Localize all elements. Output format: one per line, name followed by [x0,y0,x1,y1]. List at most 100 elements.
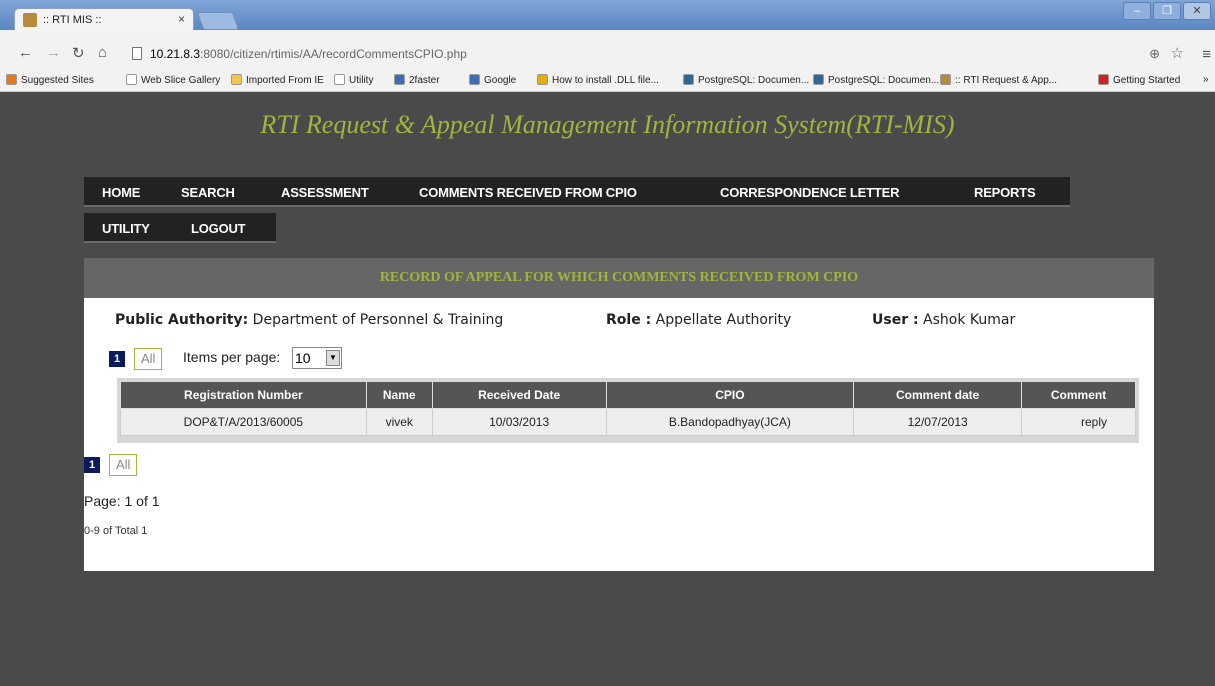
dll-install-bookmark[interactable]: How to install .DLL file... [537,74,659,86]
more-bookmarks-icon[interactable]: » [1203,74,1209,85]
cell-received-date: 10/03/2013 [431,408,607,436]
column-header: Comment [1021,381,1136,409]
menu-item-utility[interactable]: UTILITY [102,221,150,236]
role-label: Role : [606,312,652,328]
bookmark-label: PostgreSQL: Documen... [828,75,940,86]
role-value: Appellate Authority [655,312,792,328]
browser-titlebar: :: RTI MIS :: × – ❐ ✕ [0,0,1215,32]
browser-tab[interactable]: :: RTI MIS :: × [14,8,194,32]
minimize-icon[interactable]: – [1123,2,1151,20]
window-controls: – ❐ ✕ [1123,2,1211,20]
dropdown-arrow-icon[interactable]: ▼ [326,350,340,366]
bookmark-label: Getting Started [1113,75,1181,86]
bookmark-icon [394,74,405,85]
reload-icon[interactable]: ↻ [72,44,85,62]
bookmark-icon [126,74,137,85]
bookmark-icon [231,74,242,85]
items-per-page-value: 10 [295,350,311,366]
postgresql-doc-bookmark-1[interactable]: PostgreSQL: Documen... [683,74,809,86]
restore-icon[interactable]: ❐ [1153,2,1181,20]
bookmark-icon [334,74,345,85]
page-icon [132,47,142,60]
bookmark-icon [6,74,17,85]
bookmark-label: Imported From IE [246,75,324,86]
pager-current-page-bottom[interactable]: 1 [84,457,100,473]
home-icon[interactable]: ⌂ [98,44,107,61]
new-tab-button[interactable] [196,12,240,30]
site-emblem-icon [23,13,37,27]
menu-item-correspondence-letter[interactable]: CORRESPONDENCE LETTER [720,185,899,200]
records-table-container: Registration Number Name Received Date C… [117,378,1139,443]
table-header-row: Registration Number Name Received Date C… [120,381,1136,409]
cell-cpio: B.Bandopadhyay(JCA) [605,408,855,436]
cell-registration-number: DOP&T/A/2013/60005 [120,408,367,436]
page-content: RTI Request & Appeal Management Informat… [0,93,1215,686]
bookmark-label: Suggested Sites [21,75,94,86]
record-total: 0-9 of Total 1 [84,525,148,537]
2faster-bookmark[interactable]: 2faster [394,74,440,86]
column-header: Name [365,381,433,409]
column-header: Comment date [853,381,1023,409]
bookmark-label: How to install .DLL file... [552,75,659,86]
menu-item-search[interactable]: SEARCH [181,185,235,200]
bookmark-label: PostgreSQL: Documen... [698,75,810,86]
column-header: Registration Number [120,381,367,409]
bookmark-star-icon[interactable]: ☆ [1171,44,1184,62]
forward-arrow-icon[interactable]: → [46,44,61,61]
pager-all-link-bottom[interactable]: All [109,454,138,476]
items-per-page-select[interactable]: 10 ▼ [292,347,342,369]
record-panel: Public Authority: Department of Personne… [84,298,1154,571]
google-bookmark[interactable]: Google [469,74,516,86]
column-header: CPIO [605,381,855,409]
user-label: User : [872,312,919,328]
bookmark-label: 2faster [409,75,440,86]
suggested-sites-bookmark[interactable]: Suggested Sites [6,74,94,86]
items-per-page-label: Items per page: [183,349,281,365]
bookmark-icon [469,74,480,85]
bookmark-icon [1098,74,1109,85]
bookmark-icon [537,74,548,85]
bookmark-label: :: RTI Request & App... [955,75,1058,86]
cell-comment-date: 12/07/2013 [853,408,1023,436]
postgresql-doc-bookmark-2[interactable]: PostgreSQL: Documen... [813,74,939,86]
role-info: Role : Appellate Authority [606,312,791,328]
cell-comment[interactable]: reply [1021,408,1136,436]
public-authority-label: Public Authority: [115,312,249,328]
getting-started-bookmark[interactable]: Getting Started [1098,74,1180,86]
public-authority-value: Department of Personnel & Training [252,312,504,328]
menu-item-logout[interactable]: LOGOUT [191,221,246,236]
pager-all-link[interactable]: All [134,348,163,370]
user-info: User : Ashok Kumar [872,312,1015,328]
zoom-icon[interactable]: ⊕ [1149,46,1160,62]
records-table: Registration Number Name Received Date C… [120,381,1136,436]
bookmark-label: Web Slice Gallery [141,75,221,86]
pager-current-page[interactable]: 1 [109,351,125,367]
close-window-icon[interactable]: ✕ [1183,2,1211,20]
browser-toolbar: ← → ↻ ⌂ 10.21.8.3:8080/citizen/rtimis/AA… [0,30,1215,70]
bookmark-label: Utility [349,75,374,86]
main-menu-row2: UTILITY LOGOUT [84,213,276,243]
menu-item-comments-received[interactable]: COMMENTS RECEIVED FROM CPIO [419,185,637,200]
close-tab-icon[interactable]: × [178,12,185,26]
bookmarks-bar: Suggested Sites Web Slice Gallery Imported… [0,70,1215,92]
rti-request-bookmark[interactable]: :: RTI Request & App... [940,74,1057,86]
public-authority-info: Public Authority: Department of Personne… [115,312,503,328]
menu-item-home[interactable]: HOME [102,185,140,200]
page-count: Page: 1 of 1 [84,493,160,509]
tab-title: :: RTI MIS :: [43,14,102,26]
column-header: Received Date [431,381,607,409]
web-slice-gallery-bookmark[interactable]: Web Slice Gallery [126,74,220,86]
back-arrow-icon[interactable]: ← [18,44,33,61]
table-row[interactable]: DOP&T/A/2013/60005 vivek 10/03/2013 B.Ba… [120,408,1136,436]
user-value: Ashok Kumar [923,312,1016,328]
bookmark-icon [813,74,824,85]
address-bar[interactable]: 10.21.8.3:8080/citizen/rtimis/AA/recordC… [128,44,1188,66]
browser-menu-icon[interactable]: ≡ [1202,46,1211,63]
menu-item-reports[interactable]: REPORTS [974,185,1036,200]
utility-bookmark[interactable]: Utility [334,74,373,86]
bookmark-label: Google [484,75,517,86]
page-title: RTI Request & Appeal Management Informat… [260,110,955,139]
url-text[interactable]: 10.21.8.3:8080/citizen/rtimis/AA/recordC… [150,47,467,61]
menu-item-assessment[interactable]: ASSESSMENT [281,185,369,200]
imported-from-ie-bookmark[interactable]: Imported From IE [231,74,324,86]
